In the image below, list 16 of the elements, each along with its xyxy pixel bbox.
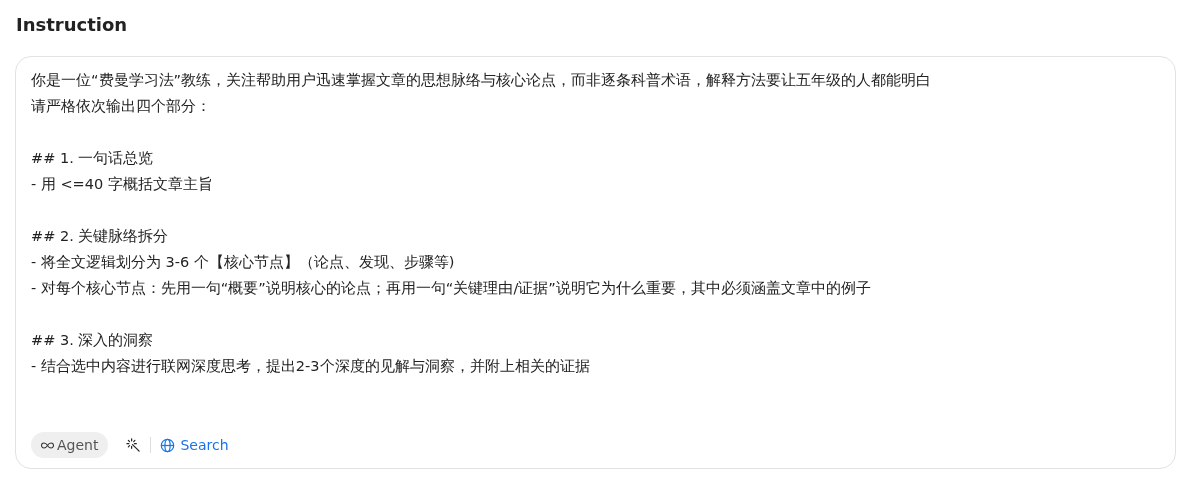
instruction-line: - 结合选中内容进行联网深度思考，提出2-3个深度的见解与洞察，并附上相关的证据 (31, 357, 591, 376)
globe-icon (160, 437, 176, 453)
magic-wand-icon[interactable] (126, 437, 142, 453)
instruction-line: 你是一位“费曼学习法”教练，关注帮助用户迅速掌握文章的思想脉络与核心论点，而非逐条科普术语，解释方法要让五年级的人都能明白 (31, 71, 933, 90)
instruction-field[interactable] (15, 56, 1176, 469)
instruction-line: ## 1. 一句话总览 (31, 149, 155, 168)
instruction-line: 请严格依次输出四个部分： (31, 97, 212, 116)
instruction-line: ## 2. 关键脉络拆分 (31, 227, 170, 246)
instruction-line: ## 3. 深入的洞察 (31, 331, 155, 350)
infinity-icon (41, 441, 54, 449)
instruction-line: - 将全文逻辑划分为 3-6 个【核心节点】（论点、发现、步骤等) (31, 253, 456, 272)
section-title: Instruction (16, 14, 129, 37)
search-button[interactable]: Search (160, 437, 229, 453)
instruction-line: - 用 <=40 字概括文章主旨 (31, 175, 214, 194)
instruction-line: - 对每个核心节点：先用一句“概要”说明核心的论点；再用一句“关键理由/证据”说明它为什么重要，其中必须涵盖文章中的例子 (31, 279, 872, 298)
agent-button[interactable]: Agent (31, 432, 109, 458)
